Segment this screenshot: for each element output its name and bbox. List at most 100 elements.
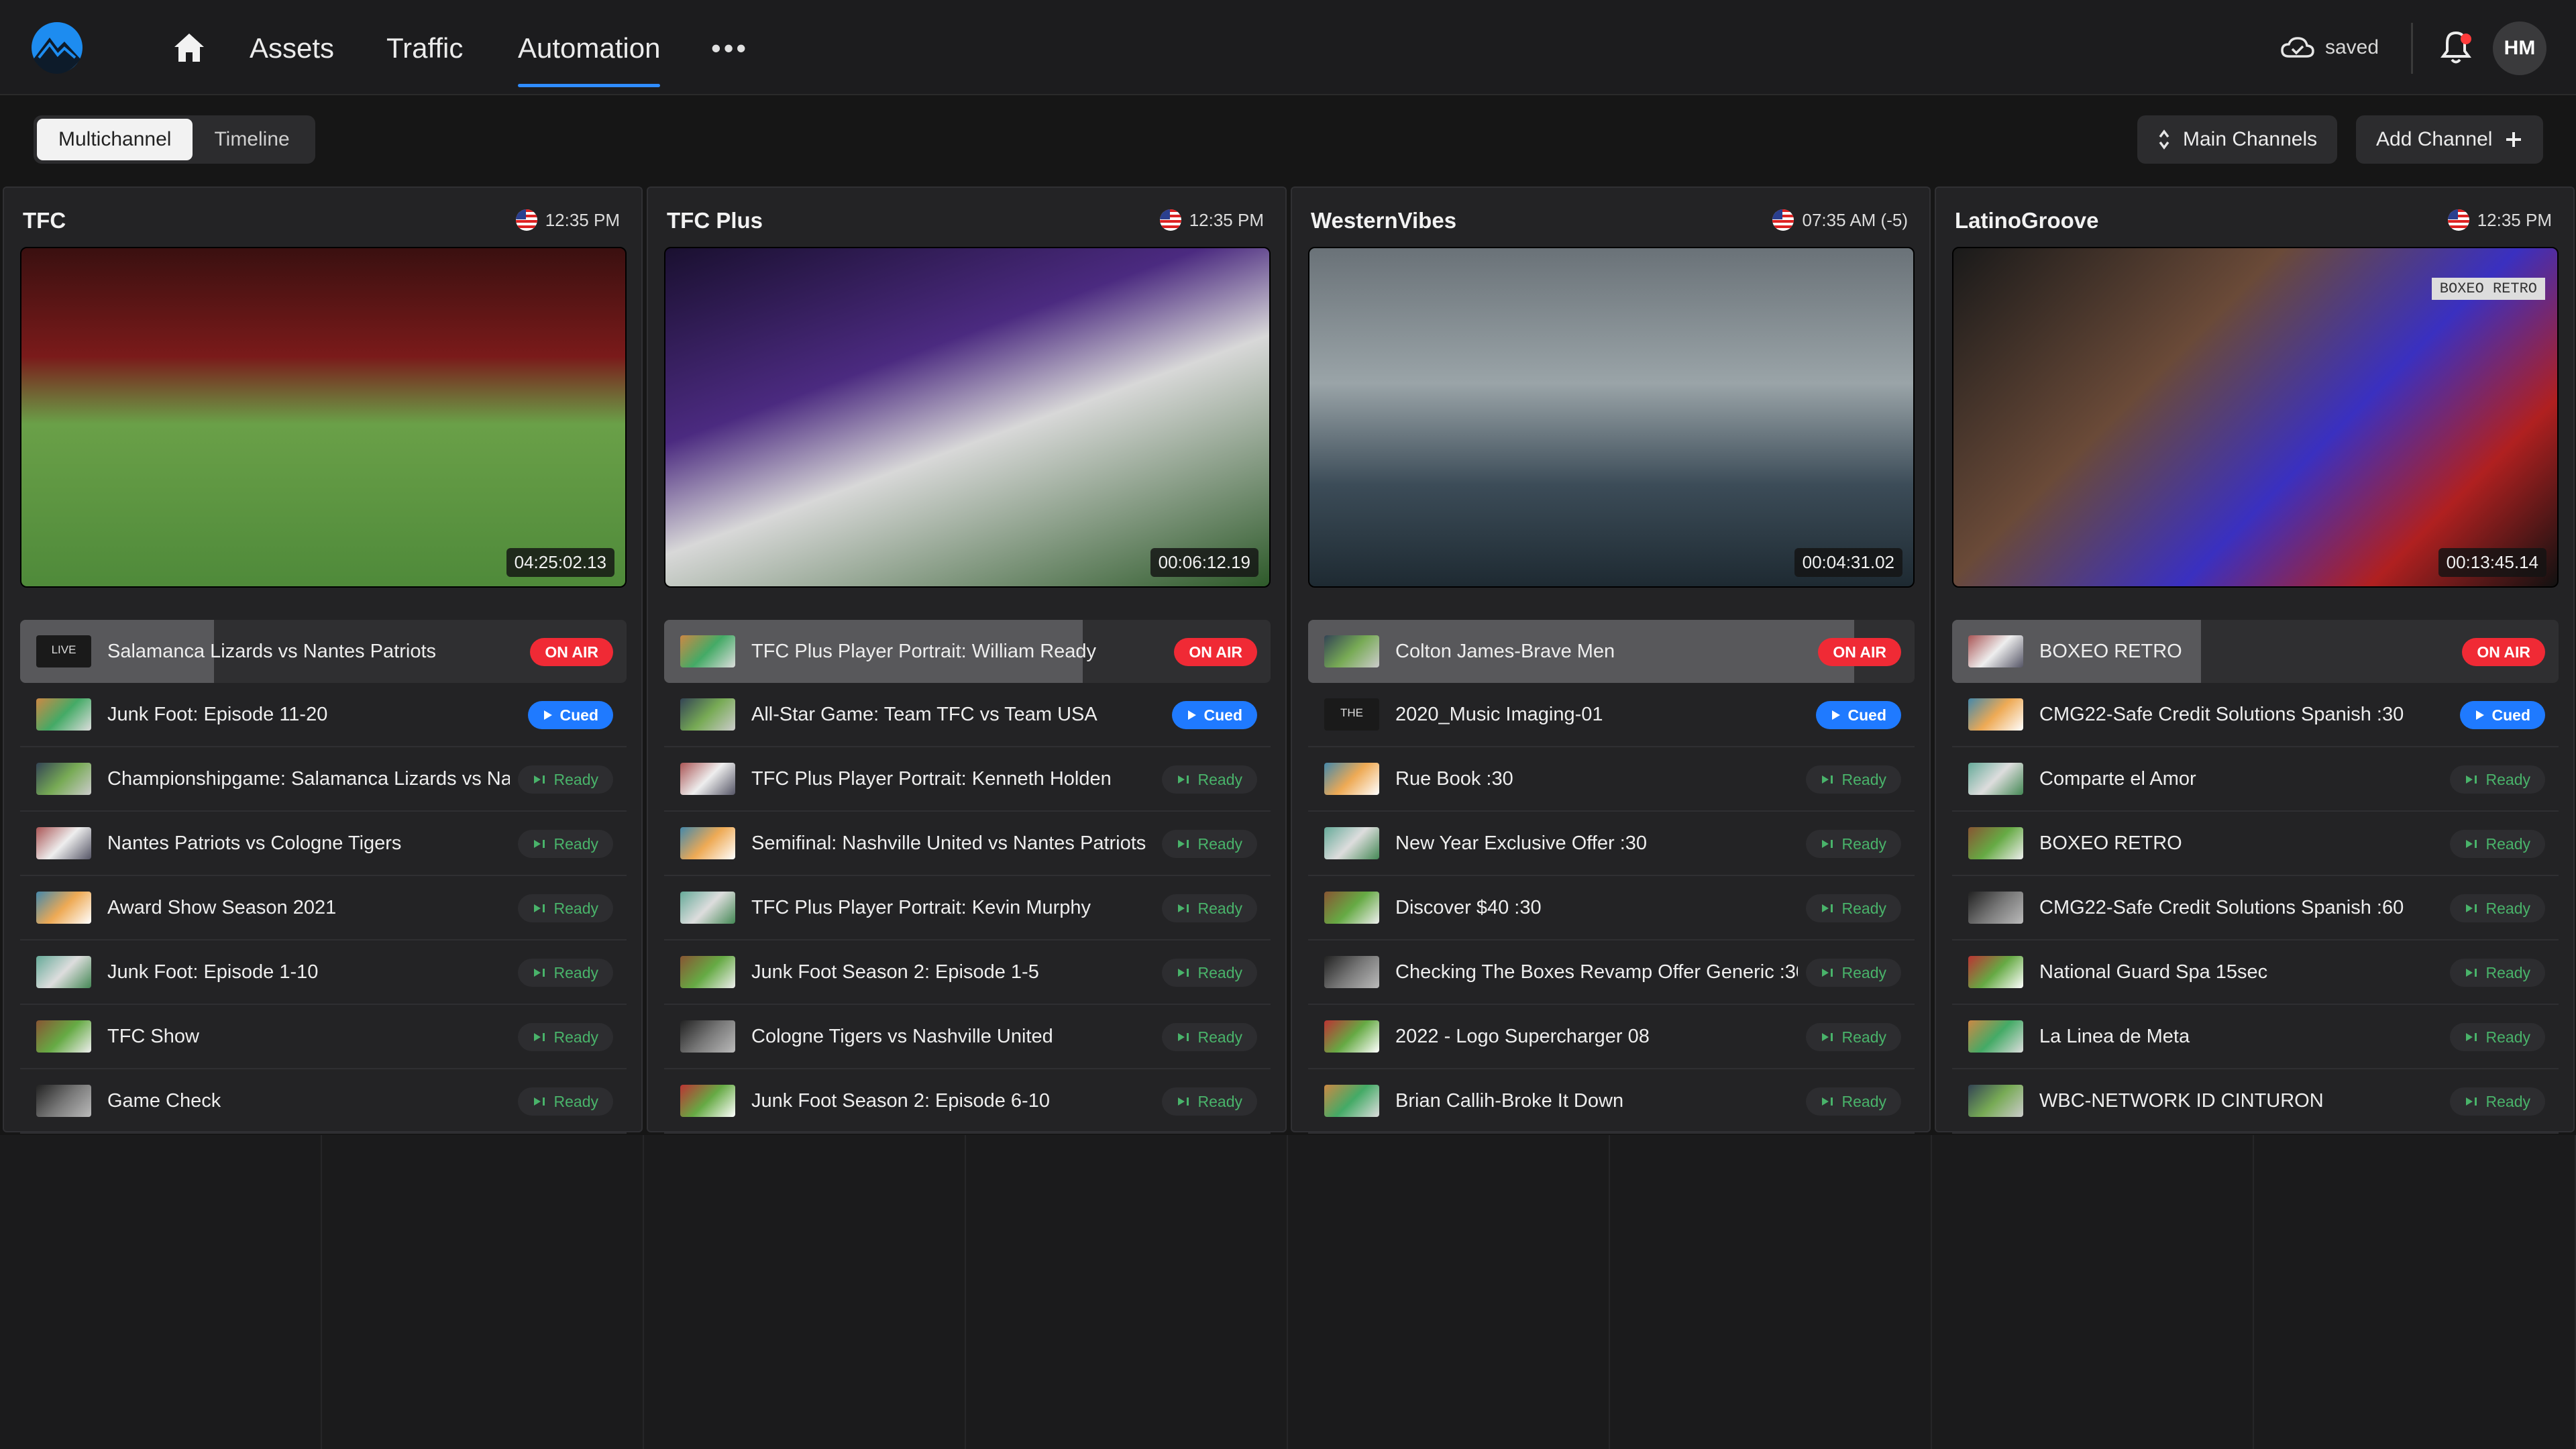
status-label: Ready — [1197, 899, 1242, 917]
channel-clock: 12:35 PM — [2447, 209, 2552, 231]
skip-next-icon — [2465, 969, 2477, 977]
channel-preview[interactable]: 00:04:31.02 — [1308, 247, 1915, 588]
playlist-row[interactable]: THE 2020_Music Imaging-01 Cued — [1308, 683, 1915, 747]
skip-next-icon — [1177, 969, 1189, 977]
status-badge[interactable]: ON AIR — [1174, 638, 1257, 666]
playlist-row[interactable]: TFC Plus Player Portrait: Kenneth Holden… — [664, 747, 1271, 812]
asset-title: Championshipgame: Salamanca Lizards vs N… — [107, 767, 510, 790]
playlist-row[interactable]: TFC Plus Player Portrait: William Ready … — [664, 620, 1271, 683]
status-badge[interactable]: Ready — [2449, 959, 2545, 987]
playlist-row[interactable]: 2022 - Logo Supercharger 08 Ready — [1308, 1005, 1915, 1069]
playlist-row[interactable]: Brian Callih-Broke It Down Ready — [1308, 1069, 1915, 1134]
status-badge[interactable]: Ready — [2449, 894, 2545, 922]
status-badge[interactable]: Ready — [1161, 1023, 1257, 1051]
asset-thumbnail — [36, 698, 91, 731]
playlist-row[interactable]: Colton James-Brave Men ON AIR — [1308, 620, 1915, 683]
playlist-row[interactable]: Nantes Patriots vs Cologne Tigers Ready — [20, 812, 627, 876]
asset-thumbnail — [680, 1085, 735, 1117]
status-badge[interactable]: Ready — [517, 1023, 613, 1051]
playlist-row[interactable]: LIVE Salamanca Lizards vs Nantes Patriot… — [20, 620, 627, 683]
status-badge[interactable]: Cued — [1815, 701, 1901, 729]
status-badge[interactable]: Ready — [2449, 830, 2545, 858]
status-badge[interactable]: Ready — [1805, 1023, 1901, 1051]
status-badge[interactable]: Ready — [517, 1087, 613, 1116]
playlist-row[interactable]: Junk Foot Season 2: Episode 1-5 Ready — [664, 941, 1271, 1005]
playlist-row[interactable]: CMG22-Safe Credit Solutions Spanish :60 … — [1952, 876, 2559, 941]
nav-traffic[interactable]: Traffic — [386, 28, 463, 68]
status-badge[interactable]: Ready — [1161, 765, 1257, 794]
playlist-row[interactable]: Championshipgame: Salamanca Lizards vs N… — [20, 747, 627, 812]
asset-title: 2020_Music Imaging-01 — [1395, 703, 1603, 725]
channel-preview[interactable]: 00:06:12.19 — [664, 247, 1271, 588]
status-badge[interactable]: Ready — [1805, 959, 1901, 987]
status-badge[interactable]: Ready — [2449, 1023, 2545, 1051]
save-status: saved — [2281, 32, 2379, 63]
playlist-row[interactable]: TFC Show Ready — [20, 1005, 627, 1069]
status-badge[interactable]: Ready — [1161, 959, 1257, 987]
status-badge[interactable]: Ready — [1161, 894, 1257, 922]
playlist-row[interactable]: BOXEO RETRO ON AIR — [1952, 620, 2559, 683]
status-badge[interactable]: Ready — [1805, 894, 1901, 922]
playlist-row[interactable]: Checking The Boxes Revamp Offer Generic … — [1308, 941, 1915, 1005]
playlist-row[interactable]: Junk Foot Season 2: Episode 6-10 Ready — [664, 1069, 1271, 1134]
status-badge[interactable]: Ready — [517, 765, 613, 794]
status-badge[interactable]: ON AIR — [2462, 638, 2545, 666]
status-badge[interactable]: Ready — [1161, 830, 1257, 858]
playlist-row[interactable]: Comparte el Amor Ready — [1952, 747, 2559, 812]
status-badge[interactable]: Ready — [1805, 1087, 1901, 1116]
playlist-row[interactable]: National Guard Spa 15sec Ready — [1952, 941, 2559, 1005]
playlist-row[interactable]: Rue Book :30 Ready — [1308, 747, 1915, 812]
main-channels-button[interactable]: Main Channels — [2137, 115, 2338, 164]
channel-column: TFC 12:35 PM 04:25:02.13 LIVE Salamanca … — [3, 186, 643, 1134]
status-badge[interactable]: Ready — [1161, 1087, 1257, 1116]
status-badge[interactable]: Ready — [517, 830, 613, 858]
skip-next-icon — [2465, 1033, 2477, 1041]
channel-time: 12:35 PM — [2477, 209, 2552, 230]
playlist-row[interactable]: New Year Exclusive Offer :30 Ready — [1308, 812, 1915, 876]
user-avatar[interactable]: HM — [2493, 21, 2546, 75]
playlist-row[interactable]: Discover $40 :30 Ready — [1308, 876, 1915, 941]
playlist-row[interactable]: Junk Foot: Episode 11-20 Cued — [20, 683, 627, 747]
tab-multichannel[interactable]: Multichannel — [37, 119, 193, 160]
channel-name[interactable]: TFC Plus — [667, 208, 763, 233]
status-badge[interactable]: Ready — [2449, 765, 2545, 794]
playlist-row[interactable]: Award Show Season 2021 Ready — [20, 876, 627, 941]
tab-timeline[interactable]: Timeline — [193, 119, 311, 160]
channel-name[interactable]: TFC — [23, 208, 66, 233]
add-channel-button[interactable]: Add Channel — [2356, 115, 2544, 164]
more-menu-button[interactable]: ••• — [711, 32, 749, 64]
playlist-row[interactable]: WBC-NETWORK ID CINTURON Ready — [1952, 1069, 2559, 1134]
asset-title: Junk Foot Season 2: Episode 6-10 — [751, 1089, 1050, 1112]
playlist-row[interactable]: TFC Plus Player Portrait: Kevin Murphy R… — [664, 876, 1271, 941]
app-logo-icon[interactable] — [30, 20, 85, 75]
status-badge[interactable]: Ready — [1805, 765, 1901, 794]
status-badge[interactable]: ON AIR — [1818, 638, 1901, 666]
status-badge[interactable]: Ready — [517, 894, 613, 922]
playlist-row[interactable]: BOXEO RETRO Ready — [1952, 812, 2559, 876]
playlist-row[interactable]: Game Check Ready — [20, 1069, 627, 1134]
status-badge[interactable]: Ready — [517, 959, 613, 987]
status-badge[interactable]: Cued — [527, 701, 613, 729]
playlist-row[interactable]: Semifinal: Nashville United vs Nantes Pa… — [664, 812, 1271, 876]
playlist-row[interactable]: Junk Foot: Episode 1-10 Ready — [20, 941, 627, 1005]
grid-cell — [644, 1135, 966, 1449]
playlist-row[interactable]: La Linea de Meta Ready — [1952, 1005, 2559, 1069]
playlist-row[interactable]: All-Star Game: Team TFC vs Team USA Cued — [664, 683, 1271, 747]
skip-next-icon — [1821, 840, 1833, 848]
status-badge[interactable]: Ready — [2449, 1087, 2545, 1116]
channel-name[interactable]: WesternVibes — [1311, 208, 1456, 233]
channel-name[interactable]: LatinoGroove — [1955, 208, 2099, 233]
channel-preview[interactable]: 04:25:02.13 — [20, 247, 627, 588]
home-icon[interactable] — [172, 31, 207, 64]
status-label: Ready — [2485, 1028, 2530, 1046]
status-badge[interactable]: Cued — [1171, 701, 1257, 729]
status-badge[interactable]: Ready — [1805, 830, 1901, 858]
playlist-row[interactable]: Cologne Tigers vs Nashville United Ready — [664, 1005, 1271, 1069]
nav-automation[interactable]: Automation — [518, 28, 661, 87]
status-badge[interactable]: Cued — [2459, 701, 2545, 729]
status-badge[interactable]: ON AIR — [530, 638, 613, 666]
asset-thumbnail — [680, 827, 735, 859]
nav-assets[interactable]: Assets — [250, 28, 334, 68]
playlist-row[interactable]: CMG22-Safe Credit Solutions Spanish :30 … — [1952, 683, 2559, 747]
channel-preview[interactable]: BOXEO RETRO 00:13:45.14 — [1952, 247, 2559, 588]
